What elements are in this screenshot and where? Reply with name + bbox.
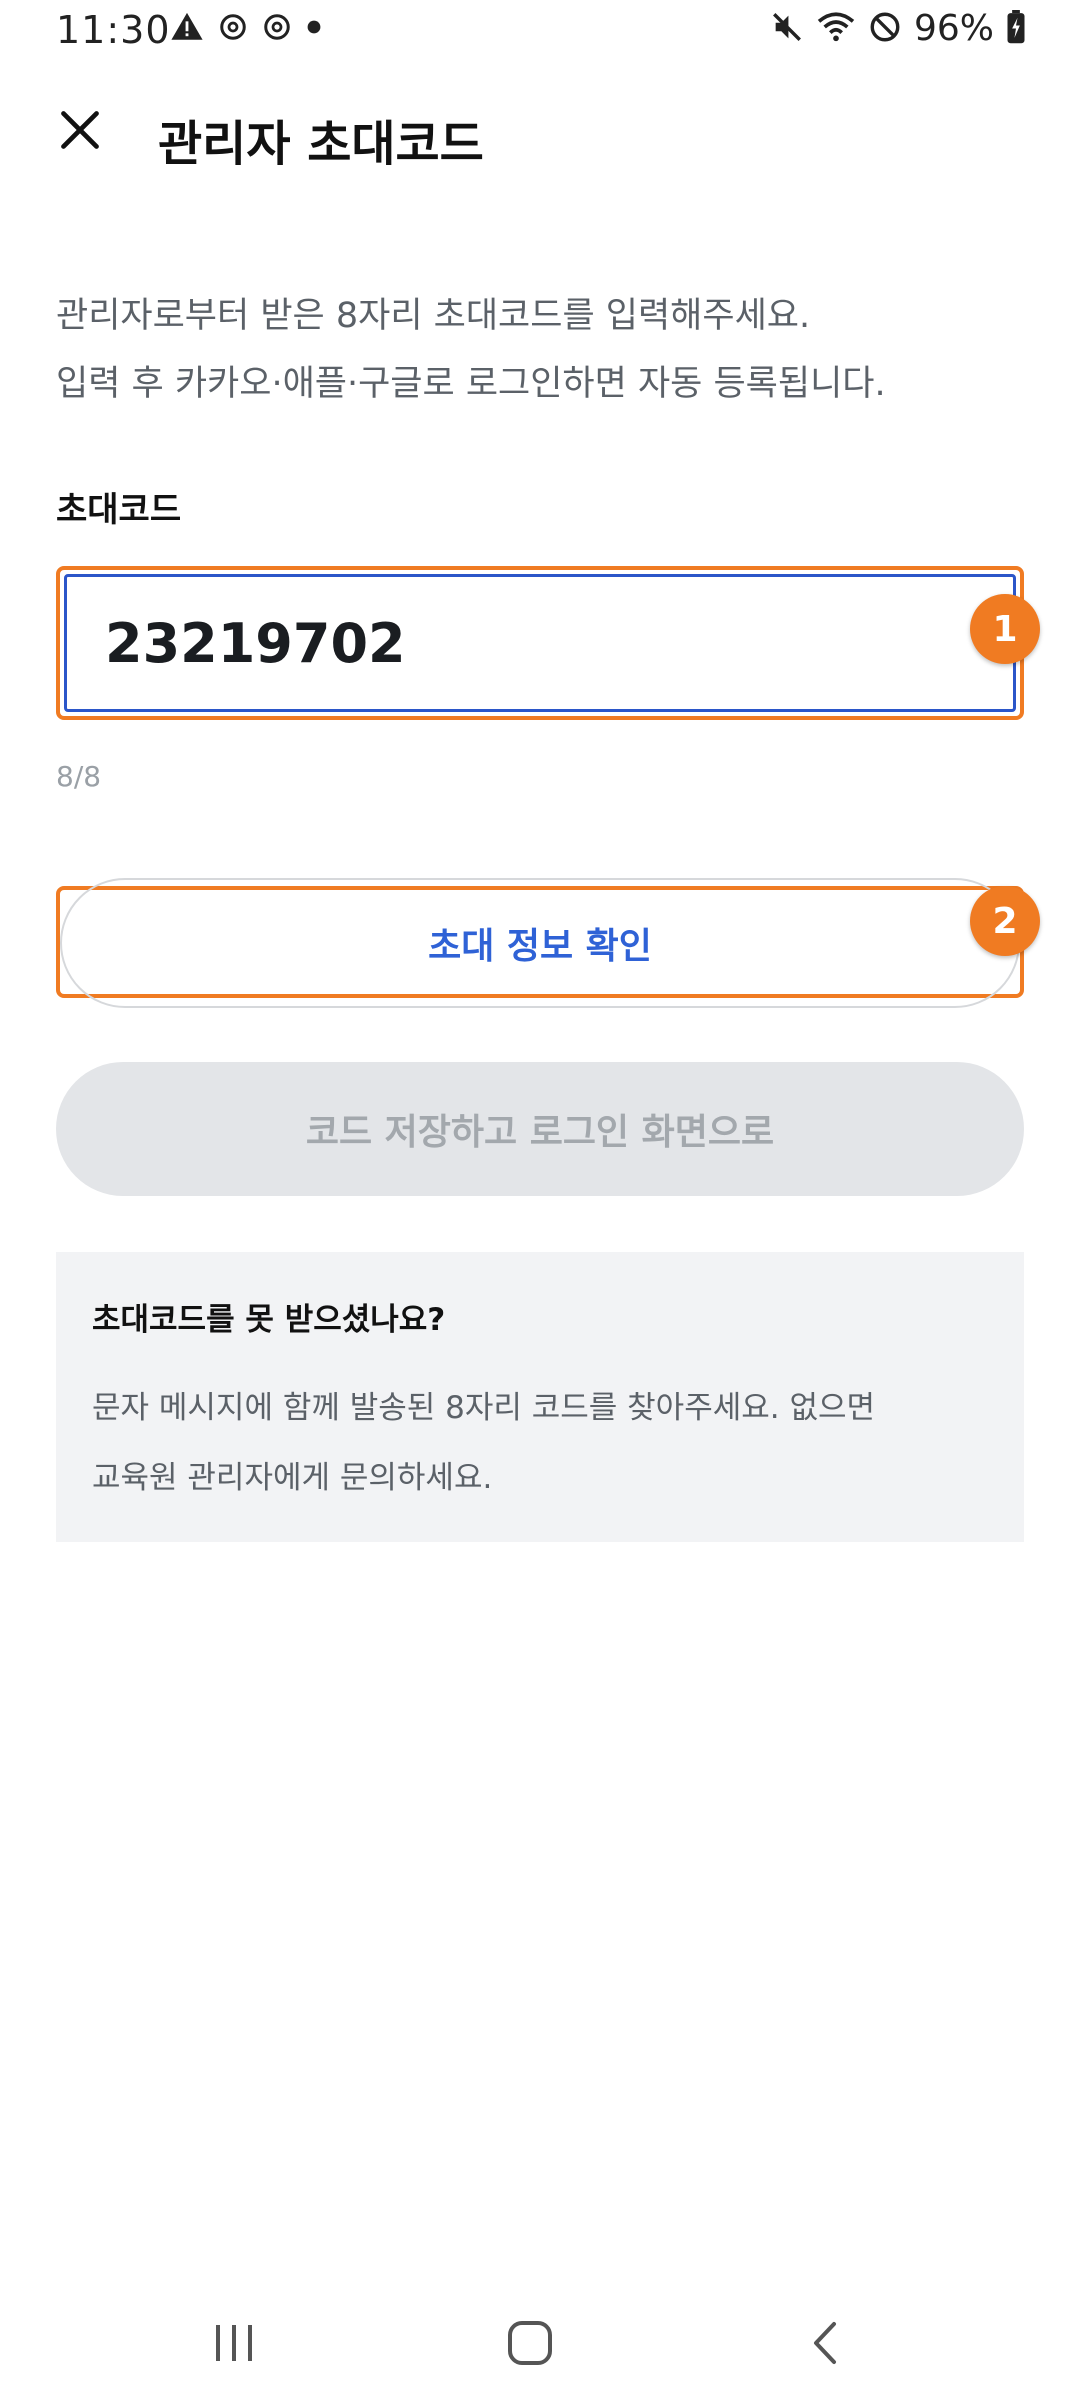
help-line-1: 문자 메시지에 함께 발송된 8자리 코드를 찾아주세요. 없으면: [92, 1390, 876, 1426]
help-box: 초대코드를 못 받으셨나요? 문자 메시지에 함께 발송된 8자리 코드를 찾아…: [56, 1252, 1024, 1542]
battery-charging-icon: [1006, 9, 1026, 48]
dot-icon: [306, 19, 322, 39]
help-body: 문자 메시지에 함께 발송된 8자리 코드를 찾아주세요. 없으면 교육원 관리…: [92, 1373, 988, 1513]
recent-apps-button[interactable]: [190, 2310, 280, 2380]
threads-icon: [218, 12, 248, 46]
intro-line-2: 입력 후 카카오·애플·구글로 로그인하면 자동 등록됩니다.: [56, 364, 886, 404]
navigation-bar: [0, 2290, 1080, 2400]
status-time: 11:30: [56, 8, 171, 52]
mute-icon: [770, 10, 804, 48]
status-bar: 11:30 96%: [0, 0, 1080, 60]
wifi-icon: [816, 10, 856, 48]
home-button[interactable]: [485, 2310, 575, 2380]
warning-icon: [170, 10, 204, 48]
page-title: 관리자 초대코드: [158, 116, 484, 172]
back-button[interactable]: [780, 2310, 870, 2380]
home-icon: [505, 2318, 555, 2372]
step-badge-1: 1: [970, 594, 1040, 664]
char-count: 8/8: [56, 760, 102, 793]
step-badge-2: 2: [970, 886, 1040, 956]
save-code-button[interactable]: 코드 저장하고 로그인 화면으로: [56, 1062, 1024, 1196]
invite-code-label: 초대코드: [56, 490, 182, 530]
close-icon: [58, 108, 102, 156]
invite-code-input[interactable]: 23219702: [64, 574, 1016, 712]
help-title: 초대코드를 못 받으셨나요?: [92, 1302, 446, 1338]
intro-line-1: 관리자로부터 받은 8자리 초대코드를 입력해주세요.: [56, 296, 811, 336]
dnd-icon: [868, 10, 902, 48]
recent-apps-icon: [212, 2321, 258, 2369]
help-line-2: 교육원 관리자에게 문의하세요.: [92, 1460, 493, 1496]
invite-code-highlight: 23219702: [56, 566, 1024, 720]
back-icon: [808, 2318, 842, 2372]
confirm-highlight: 초대 정보 확인: [56, 878, 1024, 1008]
confirm-invite-button[interactable]: 초대 정보 확인: [60, 878, 1020, 1008]
threads-icon: [262, 12, 292, 46]
close-button[interactable]: [48, 100, 112, 164]
intro-text: 관리자로부터 받은 8자리 초대코드를 입력해주세요. 입력 후 카카오·애플·…: [56, 282, 1036, 418]
battery-percent: 96%: [913, 8, 994, 49]
